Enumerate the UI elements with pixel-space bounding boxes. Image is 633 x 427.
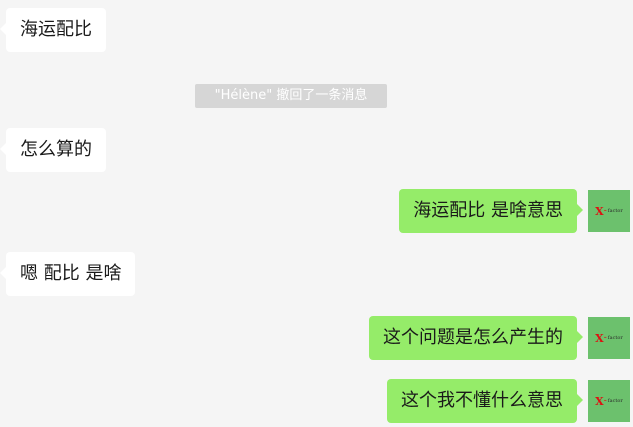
avatar-logo-x: X [595,331,604,345]
recall-notice: "Hélène" 撤回了一条消息 [195,84,387,108]
user-avatar[interactable]: X - factor [588,317,630,359]
avatar-logo-text: factor [607,398,623,404]
message-outgoing[interactable]: 这个问题是怎么产生的 [369,316,583,360]
avatar-logo-dash: - [603,206,607,216]
avatar-logo-x: X [595,394,604,408]
message-outgoing[interactable]: 这个我不懂什么意思 [387,379,583,423]
message-incoming[interactable]: 怎么算的 [0,128,106,172]
avatar-logo-dash: - [603,396,607,406]
message-outgoing[interactable]: 海运配比 是啥意思 [399,189,583,233]
message-incoming[interactable]: 嗯 配比 是啥 [0,252,136,296]
avatar-logo-dash: - [603,333,607,343]
user-avatar[interactable]: X - factor [588,380,630,422]
avatar-logo-x: X [595,204,604,218]
message-incoming[interactable]: 海运配比 [0,8,106,52]
avatar-logo-text: factor [607,335,623,341]
user-avatar[interactable]: X - factor [588,190,630,232]
avatar-logo-text: factor [607,208,623,214]
